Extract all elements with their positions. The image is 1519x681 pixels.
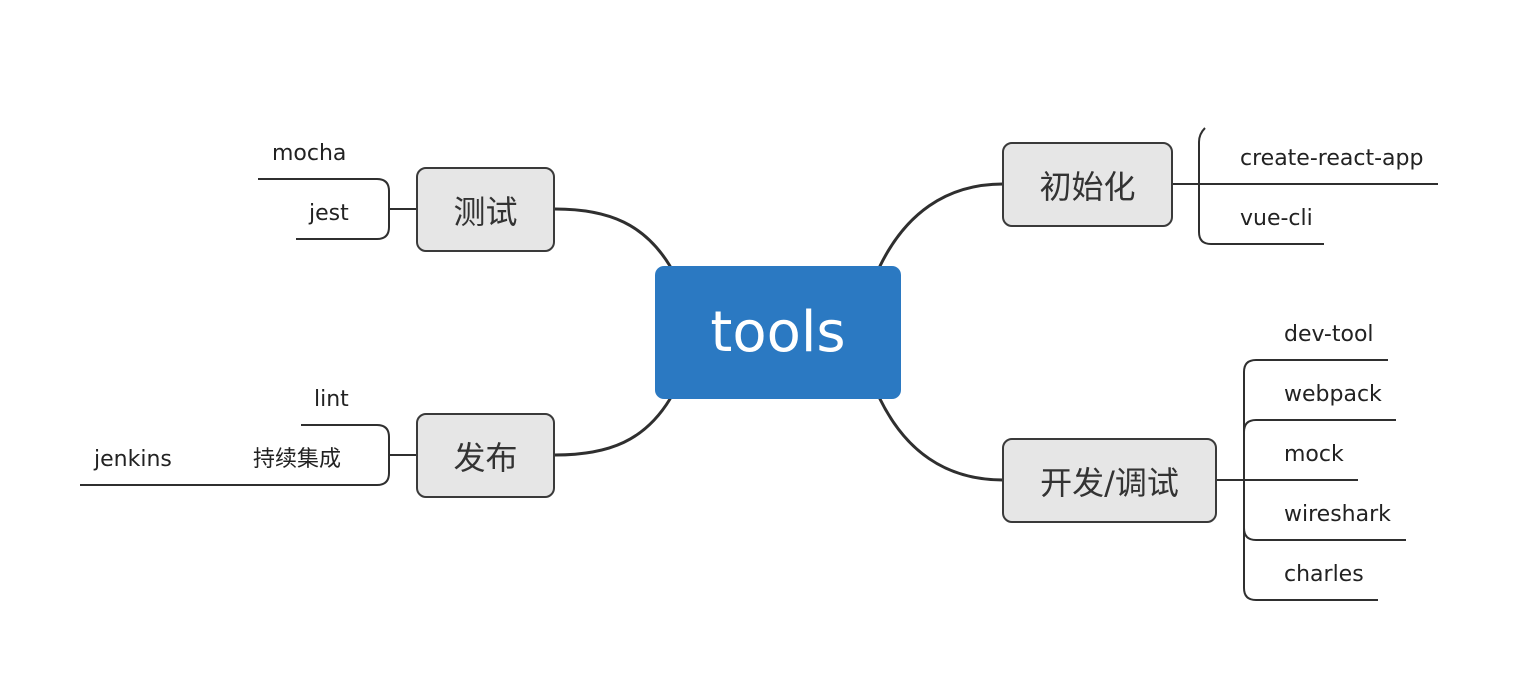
topic-test[interactable]: 测试: [416, 167, 555, 252]
underline-webpack: [1243, 419, 1396, 433]
leaf-wireshark[interactable]: wireshark: [1284, 504, 1391, 526]
leaf-webpack[interactable]: webpack: [1284, 384, 1382, 406]
connector-central-init: [878, 182, 1005, 268]
connector-central-dev: [878, 397, 1005, 482]
leaf-jest[interactable]: jest: [309, 203, 349, 225]
connector-central-release: [553, 397, 672, 457]
leaf-mocha[interactable]: mocha: [272, 143, 346, 165]
underline-wireshark: [1243, 527, 1406, 541]
central-topic[interactable]: tools: [655, 266, 901, 399]
leaf-mock[interactable]: mock: [1284, 444, 1344, 466]
leaf-vue-cli[interactable]: vue-cli: [1240, 208, 1313, 230]
leaf-continuous-integration[interactable]: 持续集成: [253, 449, 341, 471]
leaf-charles[interactable]: charles: [1284, 564, 1364, 586]
init-bracket: [1198, 127, 1212, 245]
connector-central-test: [553, 207, 672, 268]
topic-release[interactable]: 发布: [416, 413, 555, 498]
leaf-jenkins[interactable]: jenkins: [94, 449, 172, 471]
leaf-dev-tool[interactable]: dev-tool: [1284, 324, 1374, 346]
leaf-lint[interactable]: lint: [314, 389, 349, 411]
leaf-create-react-app[interactable]: create-react-app: [1240, 148, 1423, 170]
topic-init[interactable]: 初始化: [1002, 142, 1173, 227]
topic-dev[interactable]: 开发/调试: [1002, 438, 1217, 523]
